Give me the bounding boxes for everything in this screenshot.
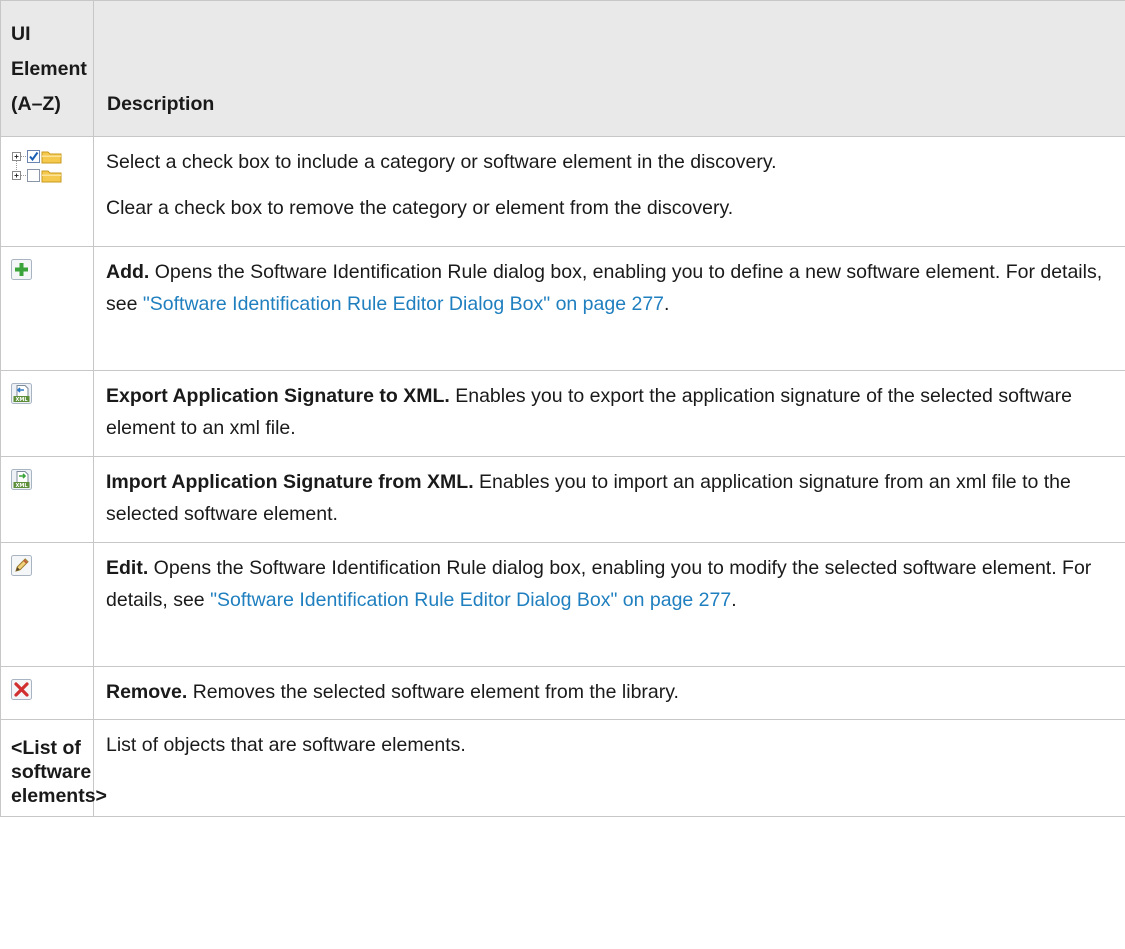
- table-row: Add. Opens the Software Identification R…: [0, 246, 1125, 371]
- table-row: Select a check box to include a category…: [0, 136, 1125, 247]
- description-paragraph: Select a check box to include a category…: [106, 151, 777, 173]
- element-name: Export Application Signature to XML.: [106, 385, 450, 407]
- table-header-row: UI Element (A–Z) Description: [0, 0, 1125, 137]
- table-row: XML Export Application Signature to XML.…: [0, 370, 1125, 457]
- svg-text:XML: XML: [15, 483, 28, 489]
- element-name: Edit.: [106, 557, 149, 579]
- description-text: Removes the selected software element fr…: [187, 681, 679, 703]
- ui-element-cell: [0, 666, 94, 720]
- export-xml-icon: XML: [11, 383, 32, 404]
- ui-element-cell: XML: [0, 456, 94, 543]
- ui-element-cell: [0, 136, 94, 247]
- description-cell: Import Application Signature from XML. E…: [93, 456, 1125, 543]
- description-cell: Remove. Removes the selected software el…: [93, 666, 1125, 720]
- ui-element-cell: [0, 246, 94, 371]
- description-cell: List of objects that are software elemen…: [93, 719, 1125, 817]
- description-cell: Export Application Signature to XML. Ena…: [93, 370, 1125, 457]
- description-text: List of objects that are software elemen…: [106, 734, 466, 756]
- description-paragraph: Clear a check box to remove the category…: [106, 197, 734, 219]
- table-row: Edit. Opens the Software Identification …: [0, 542, 1125, 667]
- description-text: .: [664, 293, 670, 315]
- element-name: Add.: [106, 261, 150, 283]
- svg-text:XML: XML: [15, 397, 28, 403]
- element-name: Import Application Signature from XML.: [106, 471, 474, 493]
- description-cell: Add. Opens the Software Identification R…: [93, 246, 1125, 371]
- tree-checkbox-folder-icon: [12, 150, 62, 183]
- cross-reference-link[interactable]: "Software Identification Rule Editor Dia…: [210, 589, 731, 611]
- table-row: XML Import Application Signature from XM…: [0, 456, 1125, 543]
- ui-element-cell: [0, 542, 94, 667]
- table-row: <List of software elements> List of obje…: [0, 719, 1125, 817]
- add-icon: [11, 259, 32, 280]
- remove-icon: [11, 679, 32, 700]
- description-cell: Select a check box to include a category…: [93, 136, 1125, 247]
- ui-element-cell: XML: [0, 370, 94, 457]
- edit-pencil-icon: [11, 555, 32, 576]
- element-name: Remove.: [106, 681, 188, 703]
- ui-elements-table: UI Element (A–Z) Description Select a ch…: [0, 0, 1125, 817]
- description-column-header: Description: [93, 0, 1125, 137]
- import-xml-icon: XML: [11, 469, 32, 490]
- description-text: .: [731, 589, 737, 611]
- table-row: Remove. Removes the selected software el…: [0, 666, 1125, 720]
- description-cell: Edit. Opens the Software Identification …: [93, 542, 1125, 667]
- ui-element-name: <List of software elements>: [0, 719, 107, 817]
- ui-element-column-header: UI Element (A–Z): [0, 0, 94, 137]
- cross-reference-link[interactable]: "Software Identification Rule Editor Dia…: [143, 293, 664, 315]
